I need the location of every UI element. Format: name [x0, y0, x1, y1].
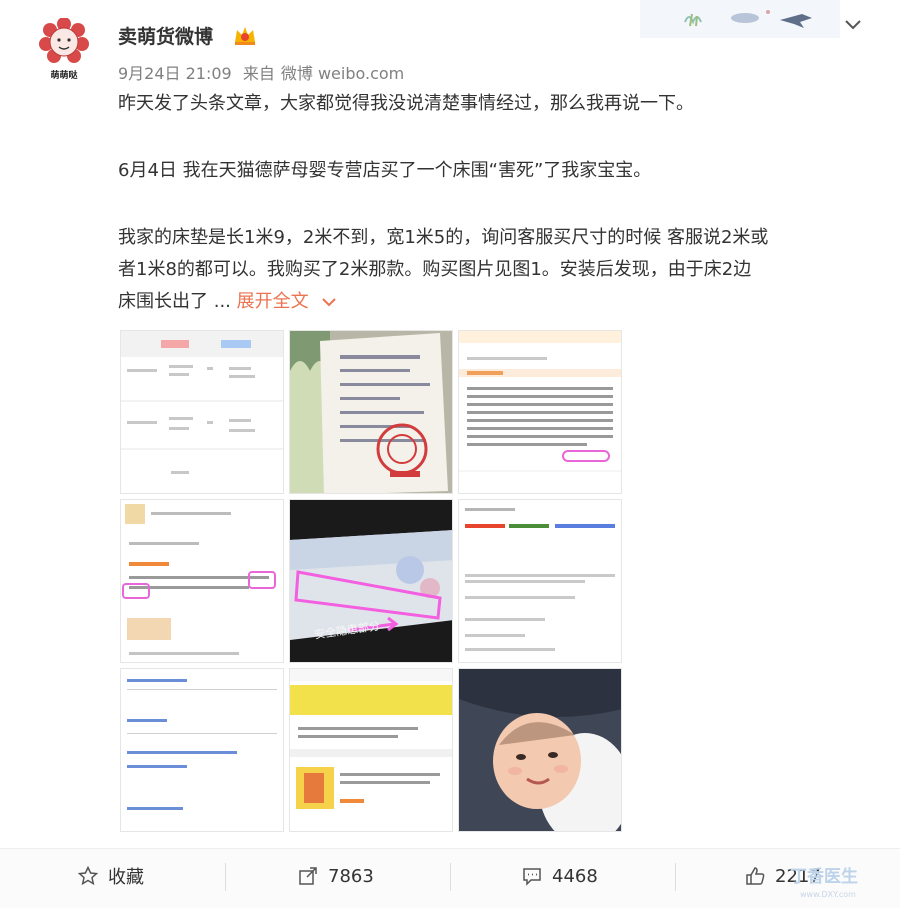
action-divider [225, 863, 226, 891]
expand-label: 展开全文 [236, 291, 309, 312]
image-thumbnail-chat-screenshot[interactable] [458, 330, 622, 494]
post-text-line: 我家的床垫是长1米9，2米不到，宽1米5的，询问客服买尺寸的时候 客服说2米或 [118, 227, 769, 248]
vip-crown-icon[interactable] [232, 24, 258, 46]
watermark-url: www.DXY.com [800, 890, 856, 899]
action-divider [675, 863, 676, 891]
post-meta: 9月24日 21:09 来自 微博 weibo.com [118, 60, 410, 84]
image-grid: 安全隐患部分 [120, 330, 622, 832]
review-screenshot-image [121, 500, 283, 662]
favorite-label: 收藏 [108, 867, 144, 888]
chevron-down-icon [845, 20, 861, 30]
star-icon [78, 866, 98, 886]
image-thumbnail-bumper-photo[interactable]: 安全隐患部分 [289, 499, 453, 663]
weibo-post-card: 萌萌哒 卖萌货微博 9月24日 21:09 来自 微博 weibo.com 昨天发… [0, 0, 900, 908]
watermark-logo: 丁香医生 [790, 867, 858, 887]
chevron-down-icon [322, 298, 337, 307]
image-thumbnail-shop-screenshot[interactable] [289, 668, 453, 832]
share-icon [299, 867, 317, 885]
comment-icon [523, 868, 541, 886]
expand-full-text-link[interactable]: 展开全文 [237, 291, 337, 312]
post-action-bar: 收藏 7863 4468 2217 [0, 848, 900, 908]
header-decoration [640, 0, 840, 38]
avatar-caption: 萌萌哒 [50, 71, 78, 81]
action-divider [450, 863, 451, 891]
post-menu-dropdown[interactable] [838, 10, 868, 40]
thumbs-up-icon [746, 867, 765, 885]
shop-screenshot-image [290, 669, 452, 831]
post-text-line: 者1米8的都可以。我购买了2米那款。购买图片见图1。安装后发现，由于床2边 [118, 259, 752, 280]
baby-photo-image [459, 669, 621, 831]
post-text-line: 昨天发了头条文章，大家都觉得我没说清楚事情经过，那么我再说一下。 [118, 93, 694, 114]
post-source[interactable]: 微博 weibo.com [281, 64, 404, 83]
favorite-button[interactable]: 收藏 [78, 849, 144, 903]
avatar-flower-icon [39, 17, 89, 63]
chat-screenshot-image [459, 331, 621, 493]
image-thumbnail-order-screenshot[interactable] [120, 330, 284, 494]
user-name[interactable]: 卖萌货微博 [118, 22, 213, 49]
share-count: 7863 [328, 865, 374, 887]
post-text-line: 床围长出了 ... [118, 291, 231, 312]
image-thumbnail-receipt-photo[interactable] [289, 330, 453, 494]
post-text-last-line: 床围长出了 ... 展开全文 [118, 286, 878, 318]
share-button[interactable]: 7863 [298, 849, 374, 903]
complaint-screenshot-image [121, 669, 283, 831]
via-label: 来自 [242, 64, 275, 83]
image-thumbnail-baby-photo[interactable] [458, 668, 622, 832]
image-thumbnail-review-screenshot[interactable] [120, 499, 284, 663]
order-screenshot-image [121, 331, 283, 493]
image-thumbnail-document-screenshot[interactable] [458, 499, 622, 663]
document-screenshot-image [459, 500, 621, 662]
avatar[interactable]: 萌萌哒 [38, 17, 90, 82]
comment-count: 4468 [552, 865, 598, 887]
image-thumbnail-complaint-screenshot[interactable] [120, 668, 284, 832]
post-timestamp[interactable]: 9月24日 21:09 [118, 64, 232, 83]
receipt-photo-image [290, 331, 452, 493]
comment-button[interactable]: 4468 [522, 849, 598, 903]
post-text-line: 6月4日 我在天猫德萨母婴专营店买了一个床围“害死”了我家宝宝。 [118, 160, 652, 181]
